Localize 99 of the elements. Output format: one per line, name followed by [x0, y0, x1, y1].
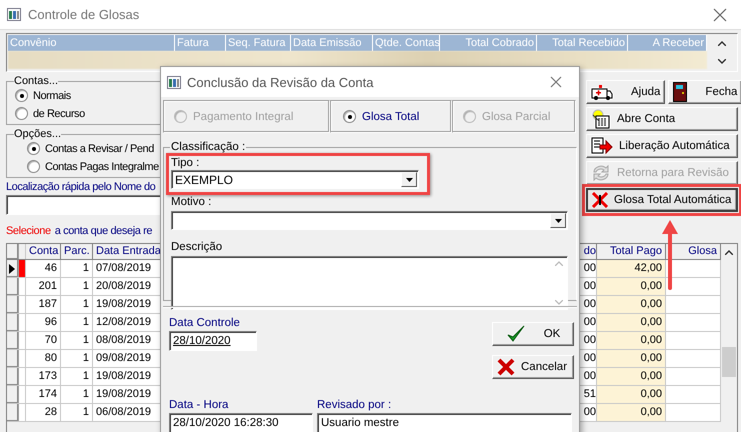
table-cell: 1 [61, 296, 93, 313]
table-cell: 42,00 [597, 260, 666, 277]
scroll-thumb[interactable] [722, 347, 736, 377]
radio-label: Normais [33, 90, 71, 102]
hint-text: Selecione [6, 225, 51, 237]
radio-label: Contas Pagas Integralme [45, 160, 159, 172]
table-cell: 46 [26, 260, 61, 277]
table-cell: 0,00 [597, 278, 666, 295]
ok-button[interactable]: OK [492, 322, 574, 346]
table-cell: 1 [61, 368, 93, 385]
table-cell: 70 [26, 332, 61, 349]
radio-label: Glosa Total [362, 110, 420, 122]
table-cell: 0,00 [597, 296, 666, 313]
field-label: Descrição [171, 240, 224, 254]
field-label: Tipo : [171, 156, 200, 170]
table-cell: 1 [61, 350, 93, 367]
app-icon [167, 76, 181, 88]
table-cell: 1 [61, 404, 93, 421]
column-header: Qtde. Contas [373, 35, 440, 51]
user-field[interactable]: Usuario mestre [317, 413, 572, 432]
table-cell: 0,00 [597, 332, 666, 349]
date-field[interactable]: 28/10/2020 [169, 331, 257, 351]
column-header: Total Recebido [537, 35, 628, 51]
radio-button[interactable] [27, 142, 40, 155]
table-cell: 1 [61, 386, 93, 403]
field-label: Localização rápida pelo Nome do [6, 181, 156, 193]
field-label: Data Controle [169, 316, 241, 330]
datetime-field[interactable]: 28/10/2020 16:28:30 [169, 413, 313, 432]
radio-label: Pagamento Integral [193, 110, 294, 122]
hint-text: a conta que deseja re [54, 225, 152, 237]
radio-button[interactable] [15, 89, 28, 102]
column-header: Convênio [8, 35, 175, 51]
table-cell: 0,00 [597, 314, 666, 331]
column-header: Total Pago [597, 244, 666, 259]
column-header: Seq. Fatura [226, 35, 291, 51]
door-icon [673, 82, 688, 102]
callout-arrow [660, 218, 680, 290]
table-cell: 80 [26, 350, 61, 367]
field-label: Revisado por : [317, 398, 392, 412]
column-header: A Receber [628, 35, 707, 51]
exit-button[interactable]: Fecha [668, 80, 741, 104]
app-icon [7, 8, 21, 21]
radio-button[interactable] [343, 110, 356, 123]
ambulance-icon [591, 84, 613, 100]
row-pointer-icon [9, 264, 15, 274]
field-label: Motivo : [171, 195, 212, 209]
row-indicator[interactable] [7, 260, 19, 277]
open-account-button[interactable]: Abre Conta [586, 107, 738, 131]
close-icon [549, 75, 563, 89]
dropdown-arrow-icon [554, 218, 562, 222]
group-label: Opções... [14, 128, 62, 140]
cancel-button[interactable]: Cancelar [492, 355, 574, 379]
dropdown-field[interactable]: EXEMPLO [171, 170, 419, 189]
table-cell: 96 [26, 314, 61, 331]
cross-icon [497, 358, 515, 376]
column-header: Total Cobrado [440, 35, 537, 51]
close-icon [713, 8, 727, 22]
table-cell: 174 [26, 386, 61, 403]
column-header: Conta [26, 244, 61, 259]
dropdown-arrow-icon [406, 178, 412, 182]
group-label: Contas... [14, 75, 58, 87]
table-cell: 173 [26, 368, 61, 385]
cross-icon [592, 192, 608, 208]
table-cell: 0,00 [597, 368, 666, 385]
help-button[interactable]: Ajuda [586, 80, 666, 104]
refresh-icon [591, 164, 611, 182]
radio-button[interactable] [27, 160, 40, 173]
column-header: Data Emissão [291, 35, 373, 51]
dialog-title: Conclusão da Revisão da Conta [187, 74, 374, 90]
table-cell: 1 [61, 260, 93, 277]
checkmark-icon [506, 325, 526, 343]
scroll-up-icon [555, 261, 563, 266]
group-label: Classificação : [170, 141, 246, 153]
scroll-up-icon [725, 250, 733, 255]
dropdown-field[interactable] [171, 211, 568, 230]
document-icon [591, 109, 611, 129]
table-cell: 0,00 [597, 404, 666, 421]
text-area[interactable] [171, 256, 568, 310]
table-cell: 0,00 [597, 350, 666, 367]
table-cell: 1 [61, 332, 93, 349]
scroll-down-icon [718, 59, 726, 64]
window-title: Controle de Glosas [28, 7, 140, 22]
table-cell: 0,00 [597, 386, 666, 403]
column-header: Fatura [175, 35, 226, 51]
radio-label: de Recurso [33, 108, 85, 120]
table-cell: 1 [61, 278, 93, 295]
field-label: Data - Hora [169, 398, 230, 412]
auto-release-button[interactable]: Liberação Automática [586, 134, 738, 158]
column-header: Parc. [61, 244, 93, 259]
radio-label: Contas a Revisar / Pend [45, 142, 154, 154]
radio-label: Glosa Parcial [482, 110, 550, 122]
table-cell: 1 [61, 314, 93, 331]
table-cell: 201 [26, 278, 61, 295]
table-cell: 28 [26, 404, 61, 421]
scroll-up-icon [718, 40, 726, 46]
scroll-down-icon [555, 300, 563, 305]
table-cell: 187 [26, 296, 61, 313]
document-arrow-icon [591, 137, 613, 155]
radio-button[interactable] [15, 107, 28, 120]
